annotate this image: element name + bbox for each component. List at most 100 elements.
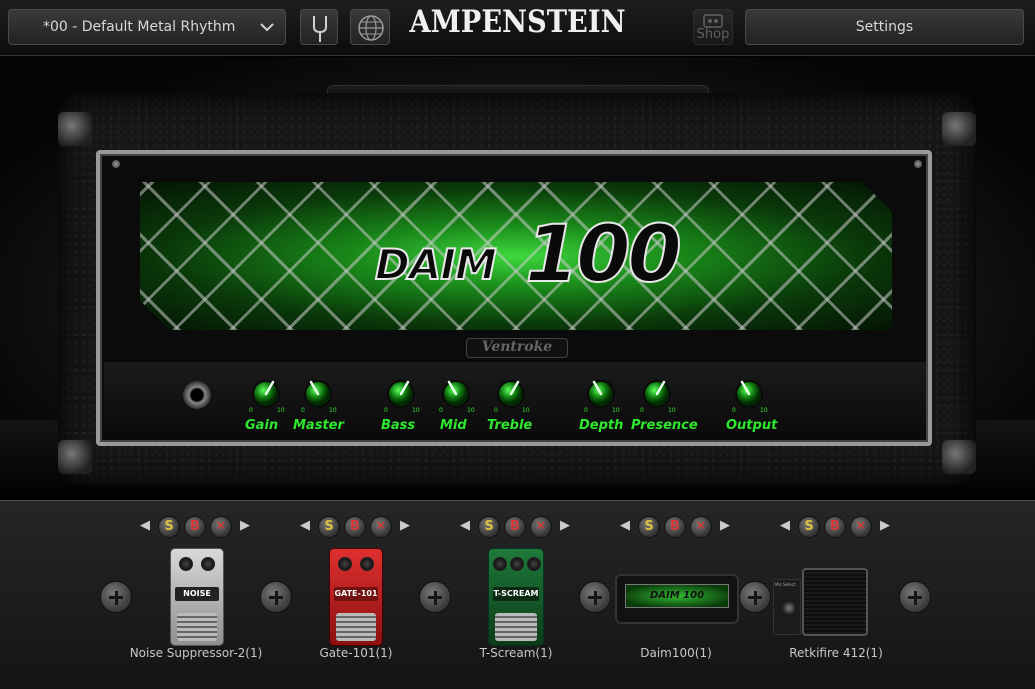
move-left-button[interactable]: ◀ — [134, 516, 156, 538]
svg-text:0: 0 — [301, 407, 305, 414]
amp-badge: Ventroke — [466, 338, 568, 358]
add-effect-plus-icon[interactable] — [739, 581, 771, 613]
settings-button[interactable]: Settings — [745, 9, 1024, 45]
mic-select-knob — [783, 602, 795, 614]
cab-mic-selector[interactable]: Mic Select — [773, 579, 801, 635]
add-effect-plus-icon[interactable] — [899, 581, 931, 613]
knob-output[interactable]: 0 10 — [729, 374, 769, 414]
input-jack — [183, 381, 211, 409]
move-right-button[interactable]: ▶ — [234, 516, 256, 538]
slot-controls: ◀ S B ✕ ▶ — [774, 516, 898, 542]
knob-master[interactable]: 0 10 — [298, 374, 338, 414]
svg-text:0: 0 — [732, 407, 736, 414]
pedal-knob — [493, 557, 507, 571]
svg-text:10: 10 — [467, 407, 475, 414]
app-logo: AMPENSTEIN — [409, 4, 626, 40]
move-right-button[interactable]: ▶ — [394, 516, 416, 538]
remove-button[interactable]: ✕ — [370, 516, 392, 538]
bypass-button[interactable]: B — [824, 516, 846, 538]
retkifire-cabinet-thumbnail[interactable] — [802, 568, 868, 636]
svg-text:10: 10 — [522, 407, 530, 414]
amp-logo-word: DAIM — [374, 239, 498, 290]
add-effect-plus-icon[interactable] — [260, 581, 292, 613]
screw — [914, 160, 922, 168]
pedal-knob — [179, 557, 193, 571]
amp-logo-number: 100 — [524, 209, 683, 301]
pedal-name: GATE-101 — [334, 587, 378, 601]
svg-text:10: 10 — [668, 407, 676, 414]
solo-button[interactable]: S — [318, 516, 340, 538]
settings-label: Settings — [855, 19, 914, 35]
knob-depth[interactable]: 0 10 — [581, 374, 621, 414]
move-left-button[interactable]: ◀ — [454, 516, 476, 538]
remove-button[interactable]: ✕ — [210, 516, 232, 538]
svg-text:10: 10 — [329, 407, 337, 414]
t-scream-pedal[interactable]: T-SCREAM — [488, 548, 544, 646]
slot-label: Daim100(1) — [640, 646, 712, 660]
corner-protector — [58, 112, 92, 146]
preset-name: *00 - Default Metal Rhythm — [43, 19, 236, 35]
svg-text:10: 10 — [277, 407, 285, 414]
bypass-button[interactable]: B — [184, 516, 206, 538]
move-right-button[interactable]: ▶ — [714, 516, 736, 538]
knob-label: Master — [293, 418, 344, 433]
bypass-button[interactable]: B — [344, 516, 366, 538]
pedal-name: T-SCREAM — [493, 587, 539, 601]
remove-button[interactable]: ✕ — [530, 516, 552, 538]
noise-suppressor-pedal[interactable]: NOISE — [170, 548, 224, 646]
knob-dial-icon: 0 10 — [732, 380, 768, 414]
knob-dial-icon: 0 10 — [494, 380, 530, 414]
solo-button[interactable]: S — [158, 516, 180, 538]
knob-dial-icon: 0 10 — [301, 380, 337, 414]
solo-button[interactable]: S — [798, 516, 820, 538]
shop-label: Shop — [696, 27, 730, 42]
slot-label: Gate-101(1) — [319, 646, 393, 660]
knob-label: Bass — [381, 418, 416, 433]
svg-text:10: 10 — [412, 407, 420, 414]
knob-mid[interactable]: 0 10 — [436, 374, 476, 414]
svg-text:0: 0 — [249, 407, 253, 414]
move-right-button[interactable]: ▶ — [874, 516, 896, 538]
svg-text:0: 0 — [584, 407, 588, 414]
pedal-footswitch — [495, 613, 537, 641]
knob-label: Mid — [440, 418, 467, 433]
amp-thumbnail-label: DAIM 100 — [649, 590, 705, 601]
move-left-button[interactable]: ◀ — [614, 516, 636, 538]
knob-label: Output — [726, 418, 778, 433]
solo-button[interactable]: S — [638, 516, 660, 538]
knob-presence[interactable]: 0 10 — [637, 374, 677, 414]
slot-controls: ◀ S B ✕ ▶ — [614, 516, 738, 542]
bypass-button[interactable]: B — [664, 516, 686, 538]
remove-button[interactable]: ✕ — [690, 516, 712, 538]
pedal-knob — [510, 557, 524, 571]
add-effect-plus-icon[interactable] — [419, 581, 451, 613]
knob-gain[interactable]: 0 10 — [246, 374, 286, 414]
add-effect-plus-icon[interactable] — [579, 581, 611, 613]
move-left-button[interactable]: ◀ — [294, 516, 316, 538]
corner-protector — [58, 440, 92, 474]
bypass-button[interactable]: B — [504, 516, 526, 538]
svg-text:10: 10 — [612, 407, 620, 414]
preset-dropdown[interactable]: *00 - Default Metal Rhythm — [8, 9, 286, 45]
pedal-knob — [201, 557, 215, 571]
knob-bass[interactable]: 0 10 — [381, 374, 421, 414]
remove-button[interactable]: ✕ — [850, 516, 872, 538]
svg-text:10: 10 — [760, 407, 768, 414]
add-effect-plus-icon[interactable] — [100, 581, 132, 613]
daim100-amp-thumbnail[interactable]: DAIM 100 — [615, 574, 739, 624]
tuner-button[interactable] — [300, 9, 338, 45]
solo-button[interactable]: S — [478, 516, 500, 538]
shop-button[interactable]: Shop — [693, 9, 733, 45]
globe-button[interactable] — [350, 9, 390, 45]
gate-pedal[interactable]: GATE-101 — [329, 548, 383, 646]
screw — [112, 160, 120, 168]
knob-dial-icon: 0 10 — [584, 380, 620, 414]
slot-label: Noise Suppressor-2(1) — [129, 646, 263, 660]
move-left-button[interactable]: ◀ — [774, 516, 796, 538]
slot-controls: ◀ S B ✕ ▶ — [454, 516, 578, 542]
knob-dial-icon: 0 10 — [439, 380, 475, 414]
svg-text:0: 0 — [640, 407, 644, 414]
knob-treble[interactable]: 0 10 — [491, 374, 531, 414]
move-right-button[interactable]: ▶ — [554, 516, 576, 538]
pedal-knob — [338, 557, 352, 571]
